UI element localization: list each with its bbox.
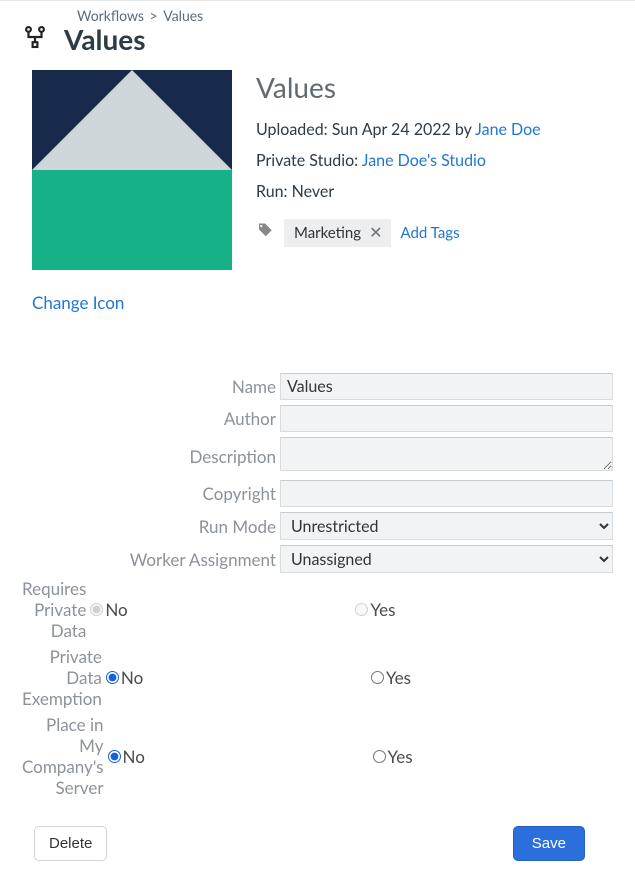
label-copyright: Copyright (22, 483, 280, 504)
uploader-link[interactable]: Jane Doe (475, 120, 540, 139)
change-icon-link[interactable]: Change Icon (32, 292, 124, 313)
save-button[interactable]: Save (513, 826, 585, 861)
delete-button[interactable]: Delete (34, 826, 107, 861)
label-author: Author (22, 408, 280, 429)
label-run-mode: Run Mode (22, 516, 280, 537)
studio-line: Private Studio: Jane Doe's Studio (256, 151, 541, 170)
opt-no: No (105, 599, 127, 620)
uploaded-prefix: Uploaded: (256, 120, 332, 139)
page-title: Values (64, 22, 146, 56)
run-mode-select[interactable]: Unrestricted (280, 512, 613, 540)
req-private-yes (355, 603, 368, 616)
label-name: Name (22, 376, 280, 397)
label-place: Place in My Company's Server (22, 714, 108, 798)
req-private-no (90, 603, 103, 616)
exemption-no[interactable] (106, 671, 119, 684)
exemption-yes[interactable] (371, 671, 384, 684)
opt-yes: Yes (386, 667, 411, 688)
opt-no: No (121, 667, 143, 688)
worker-select[interactable]: Unassigned (280, 545, 613, 573)
uploaded-line: Uploaded: Sun Apr 24 2022 by Jane Doe (256, 120, 541, 139)
opt-yes: Yes (370, 599, 395, 620)
name-input[interactable] (280, 373, 613, 400)
studio-prefix: Private Studio: (256, 151, 362, 170)
label-description: Description (22, 446, 280, 467)
opt-no: No (123, 746, 145, 767)
tag-label: Marketing (294, 224, 361, 242)
uploaded-by-word: by (451, 120, 475, 139)
workflow-icon (22, 24, 48, 54)
copyright-input[interactable] (280, 480, 613, 507)
uploaded-date: Sun Apr 24 2022 (332, 120, 451, 139)
author-input[interactable] (280, 405, 613, 432)
opt-yes: Yes (388, 746, 413, 767)
tag-chip-marketing[interactable]: Marketing ✕ (284, 219, 391, 247)
place-no[interactable] (108, 750, 121, 763)
add-tags-link[interactable]: Add Tags (401, 224, 460, 242)
item-title: Values (256, 70, 541, 104)
tag-icon (256, 222, 274, 244)
run-line: Run: Never (256, 182, 541, 201)
workflow-thumbnail (32, 70, 232, 270)
tag-remove-icon[interactable]: ✕ (369, 225, 382, 241)
breadcrumb-current: Values (163, 7, 203, 24)
description-input[interactable] (280, 437, 613, 471)
label-req-private: Requires Private Data (22, 578, 90, 641)
studio-link[interactable]: Jane Doe's Studio (362, 151, 486, 170)
label-worker: Worker Assignment (22, 549, 280, 570)
breadcrumb-sep: > (150, 7, 158, 24)
place-yes[interactable] (373, 750, 386, 763)
label-exemption: Private Data Exemption (22, 646, 106, 709)
